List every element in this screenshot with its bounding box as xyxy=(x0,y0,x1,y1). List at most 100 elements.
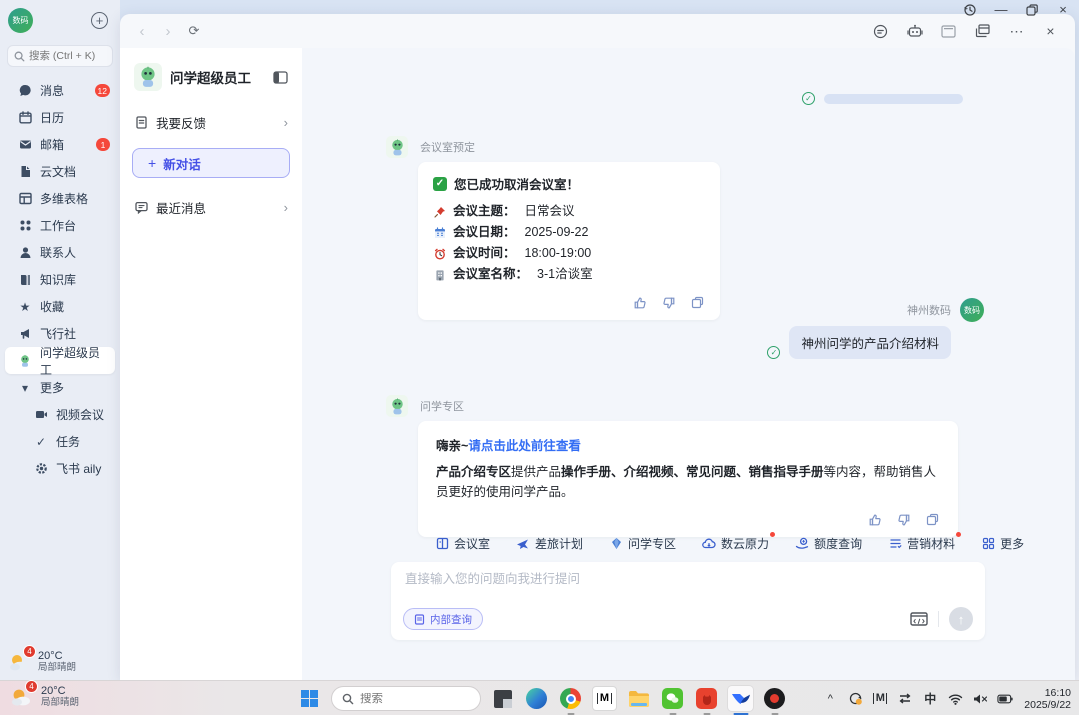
tray-chevron-icon[interactable]: ^ xyxy=(822,691,838,707)
app-file-explorer[interactable] xyxy=(626,686,651,711)
bot-avatar[interactable] xyxy=(386,395,408,417)
user-avatar[interactable]: 数码 xyxy=(8,8,33,33)
search-icon xyxy=(14,51,25,62)
goto-link[interactable]: 请点击此处前往查看 xyxy=(468,439,581,453)
sidebar-item-more[interactable]: ▾ 更多 xyxy=(0,374,120,401)
tray-arrows-icon[interactable] xyxy=(897,691,913,707)
taskbar-weather[interactable]: 4 20°C 局部晴朗 xyxy=(10,685,79,709)
user-message-bubble: 神州问学的产品介绍材料 xyxy=(789,326,951,359)
copy-icon[interactable] xyxy=(690,295,705,310)
weather-temp: 20°C xyxy=(38,650,76,662)
thumbs-down-icon[interactable] xyxy=(661,295,676,310)
chip-wenxue-zone[interactable]: 问学专区 xyxy=(609,535,676,552)
video-camera-icon xyxy=(34,408,48,422)
sidebar-item-workplace[interactable]: 工作台 xyxy=(0,212,120,239)
sidebar-item-mail[interactable]: 邮箱 1 xyxy=(0,131,120,158)
sidebar-item-base[interactable]: 多维表格 xyxy=(0,185,120,212)
recent-messages-item[interactable]: 最近消息 › xyxy=(120,188,302,227)
app-red-cat[interactable] xyxy=(694,686,719,711)
sidebar-item-messages[interactable]: 消息 12 xyxy=(0,77,120,104)
chip-meeting-room[interactable]: 会议室 xyxy=(435,535,490,552)
sidebar-nav: 消息 12 日历 邮箱 1 云文档 多维表格 工作台 xyxy=(0,77,120,482)
history-icon[interactable] xyxy=(962,2,978,18)
app-edge[interactable] xyxy=(524,686,549,711)
taskbar-search-input[interactable] xyxy=(360,693,460,705)
nav-back-icon[interactable]: ‹ xyxy=(132,21,152,41)
app-markdown[interactable]: M xyxy=(592,686,617,711)
tray-m-icon[interactable]: M xyxy=(872,691,888,707)
close-panel-icon[interactable]: × xyxy=(1042,23,1059,40)
app-recorder[interactable] xyxy=(762,686,787,711)
shortcut-panel-icon[interactable] xyxy=(910,612,928,626)
minimize-button[interactable]: — xyxy=(993,2,1009,18)
more-icon[interactable]: ⋯ xyxy=(1008,23,1025,40)
thumbs-up-icon[interactable] xyxy=(632,295,647,310)
send-button[interactable]: ↑ xyxy=(949,607,973,631)
sidebar-item-calendar[interactable]: 日历 xyxy=(0,104,120,131)
window-controls: — × xyxy=(962,1,1071,18)
message-circle-icon[interactable] xyxy=(872,23,889,40)
building-icon xyxy=(433,268,446,281)
sidebar-item-docs[interactable]: 云文档 xyxy=(0,158,120,185)
sidebar-item-wiki[interactable]: 知识库 xyxy=(0,266,120,293)
add-icon[interactable]: + xyxy=(91,12,108,29)
sidebar-label: 飞书 aily xyxy=(56,460,101,477)
chip-quota-query[interactable]: 额度查询 xyxy=(795,535,862,552)
volume-muted-icon[interactable] xyxy=(972,691,988,707)
user-avatar[interactable]: 数码 xyxy=(960,298,984,322)
tray-sync-icon[interactable] xyxy=(847,691,863,707)
robot-icon[interactable] xyxy=(906,23,923,40)
app-wechat[interactable] xyxy=(660,686,685,711)
card-view-icon[interactable] xyxy=(940,23,957,40)
feishu-sidebar: 数码 + 消息 12 日历 邮箱 1 xyxy=(0,0,120,680)
collapse-panel-icon[interactable] xyxy=(273,71,288,84)
sidebar-item-contacts[interactable]: 联系人 xyxy=(0,239,120,266)
sidebar-item-video-meeting[interactable]: 视频会议 xyxy=(0,401,120,428)
chevron-right-icon: › xyxy=(284,200,288,215)
chip-shuyun-force[interactable]: 数云原力 xyxy=(702,535,769,552)
app-feishu[interactable] xyxy=(728,686,753,711)
thumbs-down-icon[interactable] xyxy=(896,512,911,527)
weather-widget[interactable]: 4 20°C 局部晴朗 xyxy=(8,650,76,674)
weather-alert-badge: 4 xyxy=(25,680,38,693)
bot-avatar[interactable] xyxy=(386,136,408,158)
app-chrome[interactable] xyxy=(558,686,583,711)
nav-forward-icon[interactable]: › xyxy=(158,21,178,41)
gem-icon xyxy=(609,537,623,551)
feedback-item[interactable]: 我要反馈 › xyxy=(120,103,302,142)
battery-icon[interactable] xyxy=(997,691,1013,707)
feedback-doc-icon xyxy=(134,116,148,130)
thumbs-up-icon[interactable] xyxy=(867,512,882,527)
copy-icon[interactable] xyxy=(925,512,940,527)
chip-travel-plan[interactable]: 差旅计划 xyxy=(516,535,583,552)
wifi-icon[interactable] xyxy=(947,691,963,707)
ime-indicator[interactable]: 中 xyxy=(922,691,938,707)
refresh-icon[interactable]: ⟳ xyxy=(184,21,204,41)
sidebar-item-tasks[interactable]: ✓ 任务 xyxy=(0,428,120,455)
chat-input[interactable] xyxy=(405,572,945,586)
chip-marketing-materials[interactable]: 营销材料 xyxy=(888,535,955,552)
app-task-view[interactable] xyxy=(490,686,515,711)
chip-label: 更多 xyxy=(1000,535,1024,552)
bot-message-zone: 问学专区 嗨亲~请点击此处前往查看 产品介绍专区提供产品操作手册、介绍视频、常见… xyxy=(386,395,958,537)
unread-badge: 1 xyxy=(96,138,110,151)
chip-more[interactable]: 更多 xyxy=(981,535,1024,552)
scope-chip-internal-query[interactable]: 内部查询 xyxy=(403,608,483,630)
sidebar-item-wenxue-bot[interactable]: 问学超级员工 xyxy=(5,347,115,374)
chip-label: 差旅计划 xyxy=(535,535,583,552)
start-button[interactable] xyxy=(297,686,322,711)
close-window-button[interactable]: × xyxy=(1055,2,1071,18)
restore-button[interactable] xyxy=(1024,2,1040,18)
taskbar-clock[interactable]: 16:10 2025/9/22 xyxy=(1024,687,1071,711)
sidebar-item-aily[interactable]: 飞书 aily xyxy=(0,455,120,482)
sidebar-label: 消息 xyxy=(40,82,64,99)
weather-badge: 4 xyxy=(23,645,36,658)
new-chat-button[interactable]: + 新对话 xyxy=(132,148,290,178)
chevron-right-icon: › xyxy=(284,115,288,130)
open-in-window-icon[interactable] xyxy=(974,23,991,40)
sender-name: 神州数码 xyxy=(907,302,951,318)
taskbar-search[interactable] xyxy=(331,686,481,711)
sidebar-item-favorites[interactable]: ★ 收藏 xyxy=(0,293,120,320)
search-input[interactable] xyxy=(29,50,115,62)
global-search[interactable] xyxy=(7,45,113,67)
